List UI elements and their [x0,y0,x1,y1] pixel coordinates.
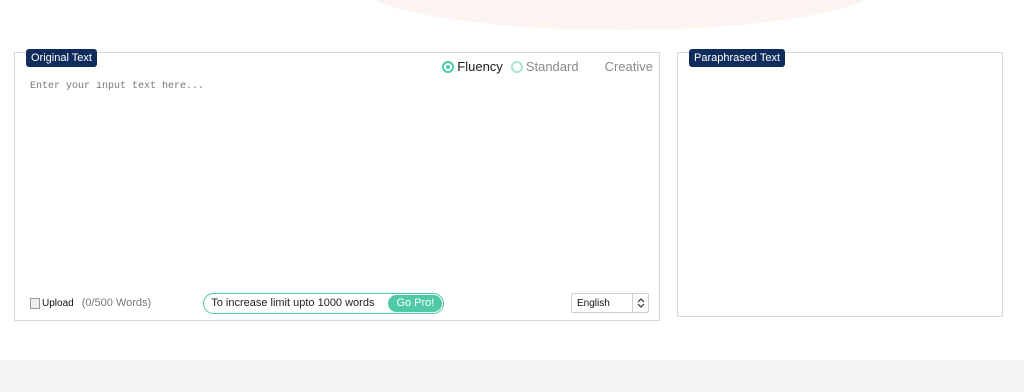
upgrade-promo: To increase limit upto 1000 words Go Pro… [203,292,445,314]
language-value[interactable]: English [572,298,632,309]
chevron-up-down-icon[interactable] [632,294,648,312]
mode-standard-label[interactable]: Standard [526,59,579,74]
paraphrased-text-tag: Paraphrased Text [689,49,786,67]
upload-button[interactable]: Upload [30,297,74,309]
paraphrased-text-panel: Paraphrased Text [677,49,1003,317]
language-select[interactable]: English [571,293,649,313]
original-text-panel: Original Text Fluency Standard Creative … [14,49,660,321]
radio-unchecked-icon[interactable] [510,60,523,73]
radio-checked-icon[interactable] [442,60,455,73]
original-text-tag: Original Text [26,49,97,67]
promo-text: To increase limit upto 1000 words [211,297,375,309]
go-pro-button[interactable]: Go Pro! [388,294,443,312]
upload-label[interactable]: Upload [42,298,74,309]
mode-creative[interactable]: Creative [605,59,653,74]
input-footer: Upload (0/500 Words) To increase limit u… [30,292,649,314]
mode-fluency[interactable]: Fluency [442,59,503,74]
mode-selector: Fluency Standard Creative [442,59,653,74]
word-count: (0/500 Words) [81,297,152,309]
mode-fluency-label[interactable]: Fluency [457,59,503,74]
input-textarea[interactable] [30,81,650,281]
mode-standard[interactable]: Standard [510,59,579,74]
broken-image-icon [30,297,40,309]
